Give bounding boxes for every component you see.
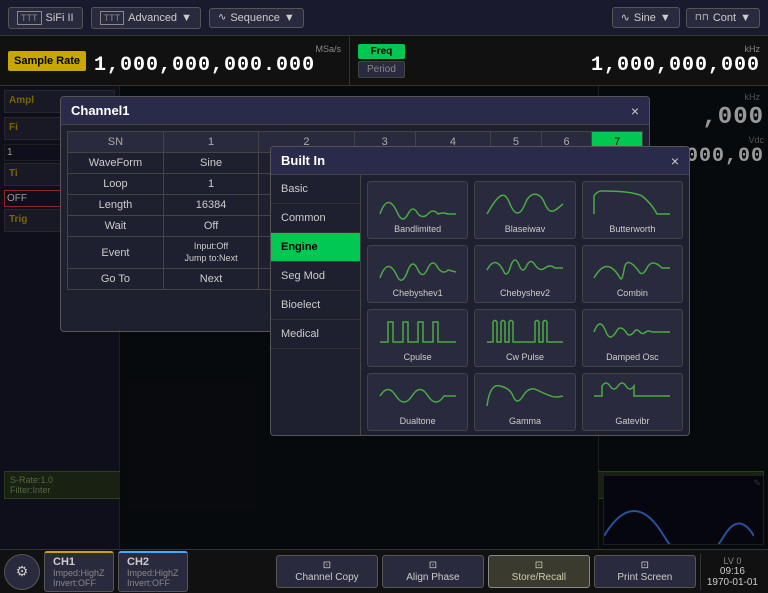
cont-wave-icon: ⊓⊓	[695, 12, 709, 23]
print-screen-icon: ⊡	[641, 560, 649, 571]
waveform-blaseiwav[interactable]: Blaseiwav	[474, 181, 575, 239]
freq-button[interactable]: Freq	[358, 44, 405, 59]
waveform-gamma[interactable]: Gamma	[474, 373, 575, 431]
align-phase-button[interactable]: ⊡ Align Phase	[382, 555, 484, 588]
category-medical[interactable]: Medical	[271, 320, 360, 349]
builtin-title: Built In	[281, 153, 325, 168]
waveform-combin[interactable]: Combin	[582, 245, 683, 303]
sine-chevron: ▼	[660, 12, 671, 24]
sample-value: 1,000,000,000.000	[94, 54, 341, 77]
freq-value: 1,000,000,000	[413, 54, 760, 77]
waveform-cpulse[interactable]: Cpulse	[367, 309, 468, 367]
category-bioelect[interactable]: Bioelect	[271, 291, 360, 320]
ch2-info: Imped:HighZInvert:OFF	[127, 568, 179, 588]
advanced-label: Advanced	[128, 12, 177, 24]
ch1-label: CH1	[53, 556, 105, 568]
waveform-butterworth-label: Butterworth	[609, 224, 655, 234]
waveform-cwpulse[interactable]: Cw Pulse	[474, 309, 575, 367]
waveform-gatevibr[interactable]: Gatevibr	[582, 373, 683, 431]
builtin-modal: Built In × Basic Common Engine Seg Mod B…	[270, 146, 690, 436]
waveform-dampedosc-label: Damped Osc	[606, 352, 659, 362]
bottom-bar: ⚙ CH1 Imped:HighZInvert:OFF CH2 Imped:Hi…	[0, 549, 768, 593]
waveform-bandlimited-label: Bandlimited	[394, 224, 441, 234]
sequence-chevron: ▼	[284, 12, 295, 24]
category-segmod[interactable]: Seg Mod	[271, 262, 360, 291]
waveform-chebyshev2[interactable]: Chebyshev2	[474, 245, 575, 303]
waveform-dualtone-label: Dualtone	[400, 416, 436, 426]
channel-copy-button[interactable]: ⊡ Channel Copy	[276, 555, 378, 588]
top-controls-bar: TTT SiFi II TTT Advanced ▼ ∿ Sequence ▼ …	[0, 0, 768, 36]
channel1-modal-header: Channel1 ×	[61, 97, 649, 125]
channel-copy-label: Channel Copy	[295, 572, 358, 583]
time-label: 09:16	[720, 566, 745, 577]
sequence-label: Sequence	[230, 12, 280, 24]
builtin-body: Basic Common Engine Seg Mod Bioelect Med…	[271, 175, 689, 435]
sine-select[interactable]: ∿ Sine ▼	[612, 7, 680, 28]
sequence-icon: ∿	[218, 12, 226, 23]
builtin-modal-header: Built In ×	[271, 147, 689, 175]
status-area: LV 0 09:16 1970-01-01	[700, 554, 764, 590]
col-sn: SN	[68, 132, 164, 153]
advanced-button[interactable]: TTT Advanced ▼	[91, 7, 201, 29]
waveform-dualtone[interactable]: Dualtone	[367, 373, 468, 431]
ch1-info: Imped:HighZInvert:OFF	[53, 568, 105, 588]
channel-copy-icon: ⊡	[323, 560, 331, 571]
ch1-button[interactable]: CH1 Imped:HighZInvert:OFF	[44, 551, 114, 592]
print-screen-button[interactable]: ⊡ Print Screen	[594, 555, 696, 588]
store-recall-icon: ⊡	[535, 560, 543, 571]
freq-unit: kHz	[413, 44, 760, 54]
waveform-chebyshev1[interactable]: Chebyshev1	[367, 245, 468, 303]
cont-chevron: ▼	[740, 12, 751, 24]
waveform-combin-label: Combin	[617, 288, 648, 298]
waveform-chebyshev2-label: Chebyshev2	[500, 288, 550, 298]
sine-label: Sine	[634, 12, 656, 24]
waveform-gatevibr-label: Gatevibr	[615, 416, 649, 426]
waveform-cpulse-label: Cpulse	[404, 352, 432, 362]
sifi-button[interactable]: TTT SiFi II	[8, 7, 83, 29]
settings-button[interactable]: ⚙	[4, 554, 40, 590]
waveform-bandlimited[interactable]: Bandlimited	[367, 181, 468, 239]
waveform-gamma-label: Gamma	[509, 416, 541, 426]
store-recall-label: Store/Recall	[512, 572, 566, 583]
sifi-icon: TTT	[17, 11, 42, 25]
col-1[interactable]: 1	[163, 132, 258, 153]
ch2-button[interactable]: CH2 Imped:HighZInvert:OFF	[118, 551, 188, 592]
waveform-chebyshev1-label: Chebyshev1	[393, 288, 443, 298]
category-basic[interactable]: Basic	[271, 175, 360, 204]
store-recall-button[interactable]: ⊡ Store/Recall	[488, 555, 590, 588]
waveform-dampedosc[interactable]: Damped Osc	[582, 309, 683, 367]
builtin-sidebar: Basic Common Engine Seg Mod Bioelect Med…	[271, 175, 361, 435]
period-button[interactable]: Period	[358, 61, 405, 78]
print-screen-label: Print Screen	[617, 572, 672, 583]
sifi-label: SiFi II	[46, 12, 74, 24]
builtin-close-button[interactable]: ×	[671, 154, 679, 168]
advanced-chevron: ▼	[181, 12, 192, 24]
advanced-icon: TTT	[100, 11, 125, 25]
cont-label: Cont	[713, 12, 736, 24]
waveform-blaseiwav-label: Blaseiwav	[505, 224, 546, 234]
lv-label: LV 0	[723, 556, 741, 566]
cont-select[interactable]: ⊓⊓ Cont ▼	[686, 8, 760, 28]
waveform-butterworth[interactable]: Butterworth	[582, 181, 683, 239]
align-phase-label: Align Phase	[406, 572, 459, 583]
channel1-close-button[interactable]: ×	[631, 104, 639, 118]
sine-wave-icon: ∿	[621, 11, 630, 24]
channel1-title: Channel1	[71, 103, 130, 118]
builtin-waveform-grid: Bandlimited Blaseiwav Butterworth	[361, 175, 689, 435]
sample-rate-label: Sample Rate	[14, 55, 80, 67]
waveform-cwpulse-label: Cw Pulse	[506, 352, 544, 362]
date-label: 1970-01-01	[707, 577, 758, 588]
category-common[interactable]: Common	[271, 204, 360, 233]
sequence-button[interactable]: ∿ Sequence ▼	[209, 8, 304, 28]
category-engine[interactable]: Engine	[271, 233, 360, 262]
sample-unit: MSa/s	[94, 44, 341, 54]
align-phase-icon: ⊡	[429, 560, 437, 571]
ch2-label: CH2	[127, 556, 179, 568]
